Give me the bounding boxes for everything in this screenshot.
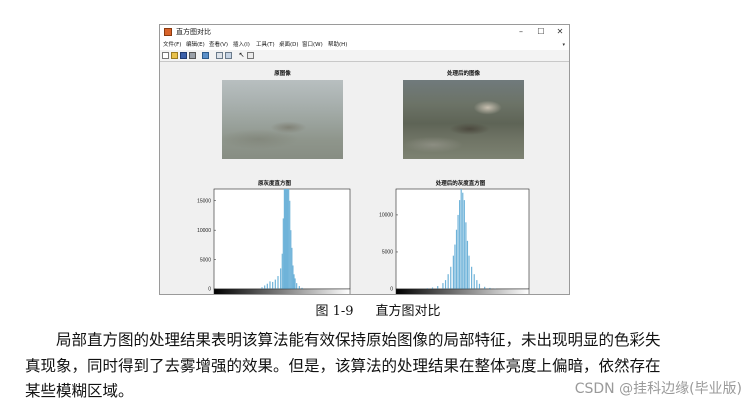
histogram-bar: [457, 214, 459, 289]
menu-help[interactable]: 帮助(H): [328, 41, 347, 49]
figure-caption: 图 1-9 直方图对比: [0, 303, 756, 321]
export-icon[interactable]: [202, 52, 209, 59]
menu-file[interactable]: 文件(F): [163, 41, 181, 49]
y-tick-label: 0: [390, 287, 393, 293]
histogram-bar: [290, 230, 292, 289]
histogram-bar: [285, 189, 288, 289]
histogram-bar: [291, 247, 293, 289]
link-plot-icon[interactable]: [216, 52, 223, 59]
insert-colorbar-icon[interactable]: [225, 52, 232, 59]
matlab-figure-icon: [164, 28, 172, 36]
histogram-bar: [284, 189, 287, 289]
menu-edit[interactable]: 编辑(E): [186, 41, 205, 49]
histogram-bar: [277, 276, 279, 289]
menu-view[interactable]: 查看(V): [209, 41, 228, 49]
histogram-bar: [442, 283, 444, 289]
y-tick-label: 5000: [382, 250, 393, 256]
toolbar: ↖: [160, 50, 569, 62]
minimize-button[interactable]: –: [513, 26, 529, 38]
menu-tools[interactable]: 工具(T): [256, 41, 275, 49]
histogram-bar: [455, 229, 458, 289]
histogram-bar: [296, 283, 298, 289]
csdn-watermark: CSDN @挂科边缘(毕业版): [574, 381, 742, 397]
figure-window: 直方图对比 – ☐ ✕ 文件(F) 编辑(E) 查看(V) 插入(I) 工具(T…: [159, 24, 570, 295]
close-button[interactable]: ✕: [552, 26, 568, 38]
histogram-processed: 0501001502002500500010000: [379, 188, 530, 294]
histogram-bar: [272, 281, 274, 289]
histogram-bar: [450, 266, 452, 289]
y-tick-label: 10000: [197, 228, 211, 234]
histogram-bar: [274, 279, 276, 289]
figure-canvas: 原图像 处理后的图像 原灰度直方图 处理后的灰度直方图 050100150200…: [160, 62, 569, 294]
pointer-icon[interactable]: ↖: [238, 52, 245, 59]
paragraph-line-2: 真现象，同时得到了去雾增强的效果。但是，该算法的处理结果在整体亮度上偏暗，依然存…: [25, 357, 661, 375]
y-tick-label: 5000: [200, 257, 211, 263]
histogram-bar: [266, 283, 268, 289]
histograms-svg: 050100150200250050001000015000 050100150…: [197, 188, 530, 294]
histogram-bar: [293, 274, 295, 289]
histogram-bar: [264, 285, 266, 289]
histogram-bar: [452, 255, 454, 289]
menu-window[interactable]: 窗口(W): [302, 41, 323, 49]
window-title: 直方图对比: [176, 28, 211, 36]
menu-overflow-icon[interactable]: ▾: [562, 41, 565, 49]
histogram-bar: [447, 274, 449, 289]
histogram-bar: [484, 286, 486, 289]
print-icon[interactable]: [189, 52, 196, 59]
histogram-bar: [298, 286, 300, 289]
histogram-bar: [292, 265, 294, 289]
histogram-bar: [294, 278, 296, 289]
histogram-bar: [280, 268, 282, 289]
histogram-bar: [282, 218, 284, 289]
y-tick-label: 15000: [197, 198, 211, 204]
menu-insert[interactable]: 插入(I): [233, 41, 250, 49]
histogram-original: 050100150200250050001000015000: [197, 188, 351, 294]
histogram-bar: [283, 189, 285, 289]
histogram-bar: [478, 283, 481, 289]
histogram-bar: [269, 281, 271, 289]
histogram-bar: [473, 274, 475, 289]
y-tick-label: 10000: [379, 213, 393, 219]
histogram-bar: [287, 189, 289, 289]
histogram-bar: [471, 266, 473, 289]
grayscale-colorbar: [395, 288, 530, 294]
histogram-bar: [462, 192, 464, 289]
data-cursor-icon[interactable]: [247, 52, 254, 59]
histogram-bar: [459, 200, 461, 289]
grayscale-colorbar: [213, 288, 351, 294]
maximize-button[interactable]: ☐: [533, 26, 549, 38]
histogram-bar: [437, 286, 439, 289]
title-bar: 直方图对比 – ☐ ✕: [160, 25, 569, 40]
histogram-bar: [476, 280, 478, 289]
histogram-bar: [288, 189, 290, 289]
histogram-bar: [261, 287, 263, 289]
menu-bar: 文件(F) 编辑(E) 查看(V) 插入(I) 工具(T) 桌面(D) 窗口(W…: [160, 40, 569, 50]
histogram-bar: [466, 240, 469, 289]
menu-desktop[interactable]: 桌面(D): [279, 41, 299, 49]
histogram-bar: [444, 280, 447, 289]
histogram-bar: [463, 200, 465, 289]
histogram-bar: [454, 244, 456, 289]
histogram-bar: [465, 222, 467, 289]
histogram-bar: [289, 200, 291, 289]
new-figure-icon[interactable]: [162, 52, 169, 59]
open-file-icon[interactable]: [171, 52, 178, 59]
histogram-bar: [460, 189, 462, 289]
paragraph-line-3: 某些模糊区域。: [25, 382, 134, 400]
histogram-bar: [281, 253, 283, 289]
caption-number: 图 1-9: [315, 304, 354, 319]
y-tick-label: 0: [208, 287, 211, 293]
histogram-bar: [468, 255, 470, 289]
save-icon[interactable]: [180, 52, 187, 59]
caption-text: 直方图对比: [375, 304, 441, 319]
paragraph-line-1: 局部直方图的处理结果表明该算法能有效保持原始图像的局部特征，未出现明显的色彩失: [56, 331, 661, 349]
